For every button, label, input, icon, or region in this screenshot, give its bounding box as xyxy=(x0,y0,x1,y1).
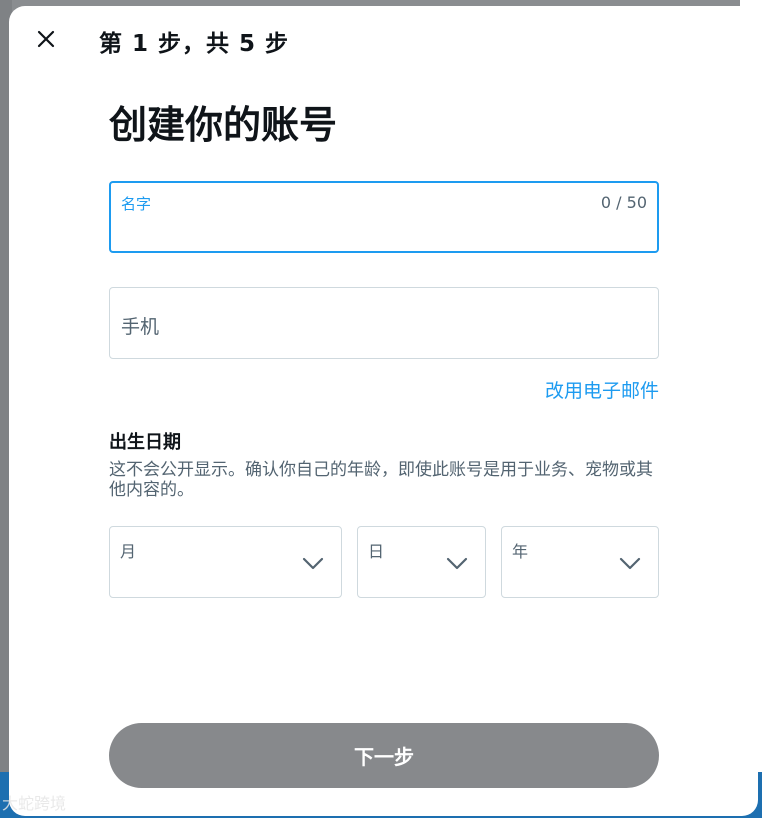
step-indicator: 第 1 步，共 5 步 xyxy=(99,31,290,57)
chevron-down-icon xyxy=(446,557,468,570)
watermark-text: 大蛇跨境 xyxy=(2,794,67,813)
close-icon xyxy=(37,30,55,48)
chevron-down-icon xyxy=(302,557,324,570)
name-field[interactable]: 名字 0 / 50 xyxy=(109,181,659,253)
day-select-label: 日 xyxy=(368,542,385,561)
month-select[interactable]: 月 xyxy=(109,526,342,598)
close-button[interactable] xyxy=(29,22,63,56)
name-char-counter: 0 / 50 xyxy=(600,193,647,212)
phone-field[interactable]: 手机 xyxy=(109,287,659,359)
dob-description: 这不会公开显示。确认你自己的年龄，即使此账号是用于业务、宠物或其他内容的。 xyxy=(109,460,653,500)
page-title: 创建你的账号 xyxy=(109,103,338,147)
use-email-link[interactable]: 改用电子邮件 xyxy=(545,376,659,403)
day-select[interactable]: 日 xyxy=(357,526,486,598)
signup-modal: 第 1 步，共 5 步 创建你的账号 名字 0 / 50 手机 改用电子邮件 出… xyxy=(9,6,758,816)
name-field-label: 名字 xyxy=(121,195,152,213)
phone-field-placeholder: 手机 xyxy=(121,316,160,338)
month-select-label: 月 xyxy=(120,542,137,561)
dob-heading: 出生日期 xyxy=(109,432,181,453)
chevron-down-icon xyxy=(619,557,641,570)
year-select[interactable]: 年 xyxy=(501,526,659,598)
next-step-button[interactable]: 下一步 xyxy=(109,723,659,788)
year-select-label: 年 xyxy=(512,542,529,561)
